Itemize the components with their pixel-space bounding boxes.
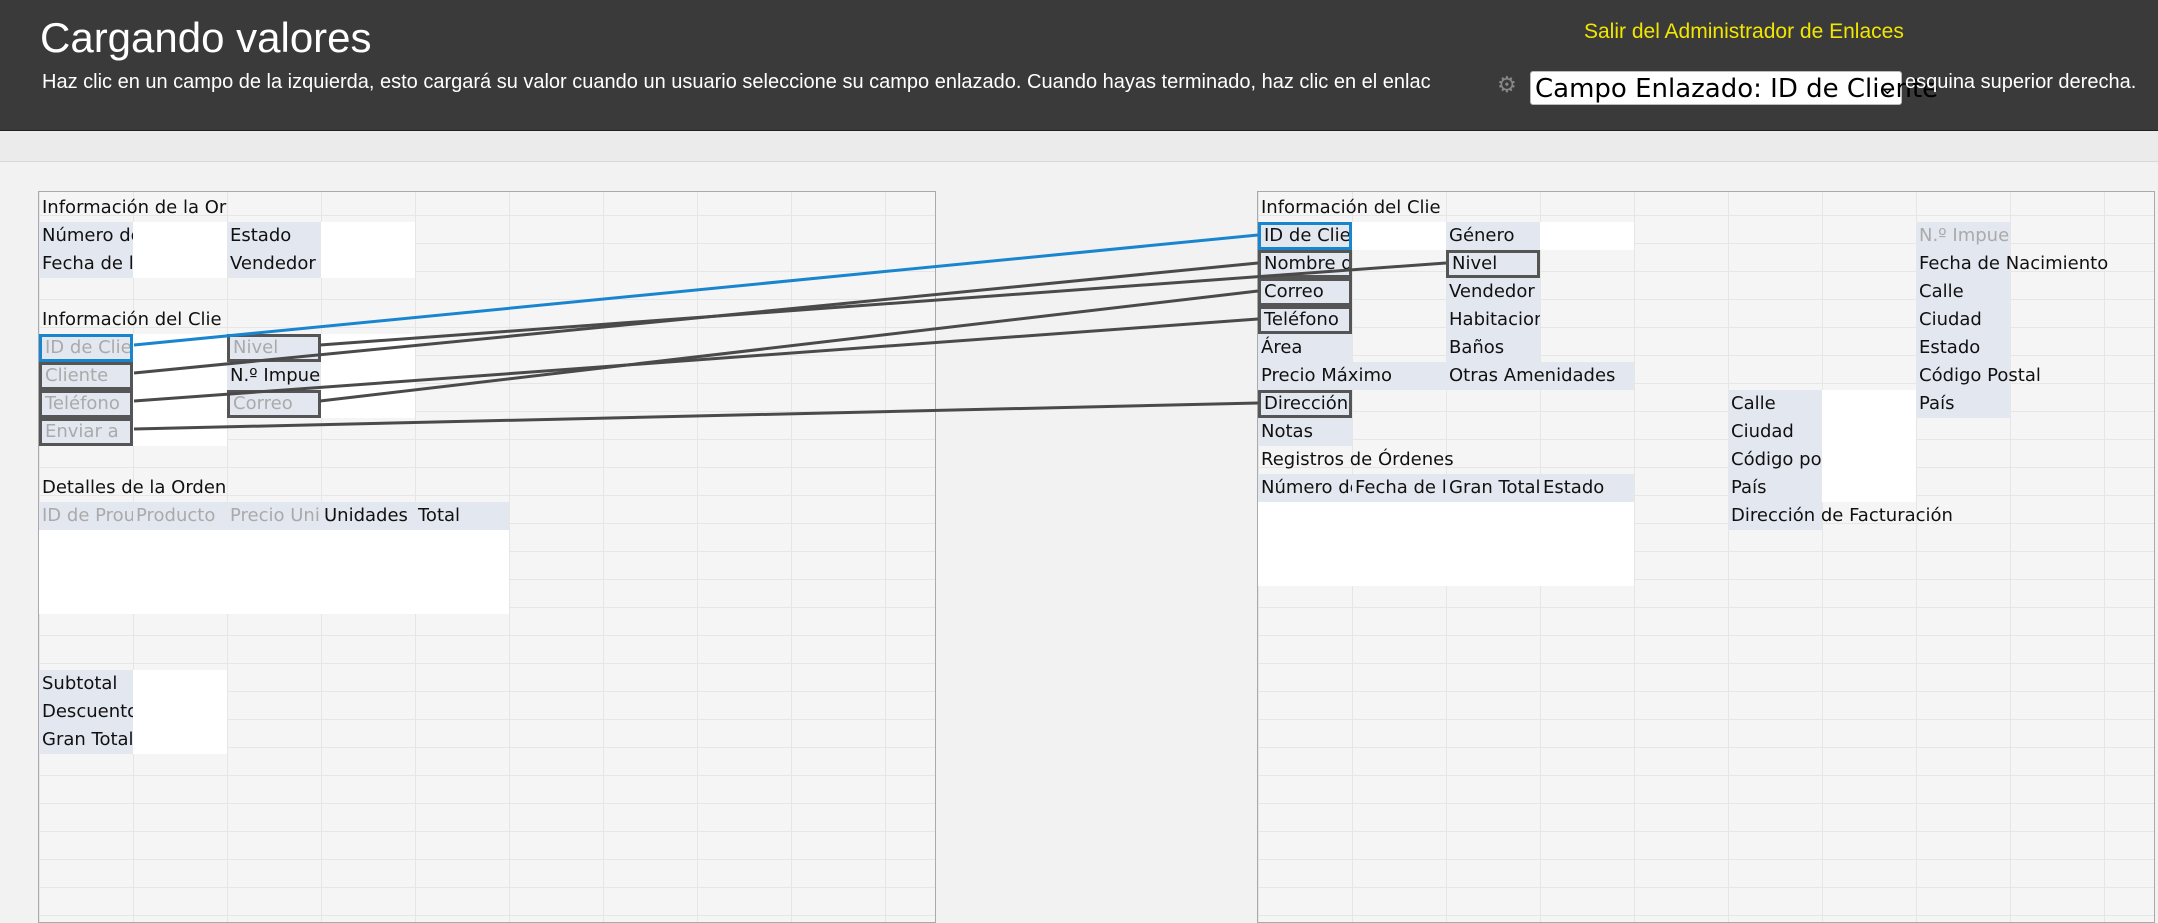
- input-street-2[interactable]: [1822, 390, 1916, 418]
- input-client-id[interactable]: [1352, 222, 1446, 250]
- label-other-amenities[interactable]: Otras Amenidades: [1446, 362, 1634, 390]
- label-subtotal[interactable]: Subtotal: [39, 670, 133, 698]
- page-title: Cargando valores: [40, 14, 372, 61]
- linked-field-select-value: Campo Enlazado: ID de Cliente: [1535, 74, 1939, 104]
- label-order-number[interactable]: Número de Orden: [39, 222, 133, 250]
- column-header[interactable]: Estado: [1540, 474, 1634, 502]
- section-client-info: Información del Clie: [42, 309, 222, 330]
- toolbar-strip: [0, 131, 2158, 162]
- input-tax-number[interactable]: [321, 362, 415, 390]
- label-tax-number[interactable]: N.º Impuesto: [227, 362, 321, 390]
- label-area[interactable]: Área: [1258, 334, 1352, 362]
- field-postal-address[interactable]: Dirección Postal: [1258, 390, 1352, 418]
- input-email[interactable]: [321, 390, 415, 418]
- form-panel-left: Información de la Or Número de Orden Est…: [38, 191, 936, 923]
- field-email[interactable]: Correo: [1258, 278, 1352, 306]
- field-level[interactable]: Nivel: [1446, 250, 1540, 278]
- label-state[interactable]: Estado: [1916, 334, 2010, 362]
- section-order-info: Información de la Or: [42, 197, 227, 218]
- label-seller[interactable]: Vendedor: [1446, 278, 1540, 306]
- label-street-2[interactable]: Calle: [1728, 390, 1822, 418]
- label-city-2[interactable]: Ciudad: [1728, 418, 1822, 446]
- column-header[interactable]: Producto: [133, 502, 227, 530]
- gear-icon[interactable]: ⚙: [1497, 74, 1517, 96]
- input-discount[interactable]: [133, 698, 227, 726]
- input-order-date[interactable]: [133, 250, 227, 278]
- label-rooms[interactable]: Habitaciones: [1446, 306, 1540, 334]
- label-notes[interactable]: Notas: [1258, 418, 1352, 446]
- input-grand-total[interactable]: [133, 726, 227, 754]
- field-client[interactable]: Cliente: [39, 362, 133, 390]
- label-tax-number[interactable]: N.º Impuesto: [1916, 222, 2010, 250]
- label-billing-address[interactable]: Dirección de Facturación: [1728, 502, 1953, 530]
- label-bathrooms[interactable]: Baños: [1446, 334, 1540, 362]
- section-order-details: Detalles de la Orden: [42, 477, 227, 498]
- input-gender[interactable]: [1540, 222, 1634, 250]
- input-status[interactable]: [321, 222, 415, 250]
- column-header[interactable]: Número de: [1258, 474, 1352, 502]
- input-phone[interactable]: [133, 390, 227, 418]
- label-street[interactable]: Calle: [1916, 278, 2010, 306]
- column-header[interactable]: Precio Uni: [227, 502, 321, 530]
- input-subtotal[interactable]: [133, 670, 227, 698]
- input-level[interactable]: [321, 334, 415, 362]
- instructions: Haz clic en un campo de la izquierda, es…: [42, 71, 1431, 94]
- input-order-number[interactable]: [133, 222, 227, 250]
- field-client-name[interactable]: Nombre del Cliente: [1258, 250, 1352, 278]
- label-discount[interactable]: Descuento: [39, 698, 133, 726]
- field-client-id[interactable]: ID de Cliente: [1258, 222, 1352, 250]
- exit-link-manager-link[interactable]: Salir del Administrador de Enlaces: [1584, 20, 1904, 44]
- field-phone[interactable]: Teléfono: [39, 390, 133, 418]
- header-bar: Cargando valores Haz clic en un campo de…: [0, 0, 2158, 131]
- label-order-date[interactable]: Fecha de la Orden: [39, 250, 133, 278]
- instructions-text: Haz clic en un campo de la izquierda, es…: [42, 71, 1431, 93]
- input-seller[interactable]: [321, 250, 415, 278]
- table-body[interactable]: [39, 530, 509, 614]
- section-order-records: Registros de Órdenes: [1261, 449, 1454, 470]
- input-country-2[interactable]: [1822, 474, 1916, 502]
- label-postal-code[interactable]: Código Postal: [1916, 362, 2041, 390]
- form-panel-right: Información del Clie ID de Cliente Géner…: [1257, 191, 2155, 923]
- label-postal-code-2[interactable]: Código postal: [1728, 446, 1854, 474]
- column-header[interactable]: Total: [415, 502, 509, 530]
- label-birth-date[interactable]: Fecha de Nacimiento: [1916, 250, 2108, 278]
- label-seller[interactable]: Vendedor: [227, 250, 321, 278]
- field-phone[interactable]: Teléfono: [1258, 306, 1352, 334]
- label-country[interactable]: País: [1916, 390, 2010, 418]
- input-client-id[interactable]: [133, 334, 227, 362]
- column-header[interactable]: Unidades: [321, 502, 415, 530]
- input-client[interactable]: [133, 362, 227, 390]
- label-max-price[interactable]: Precio Máximo: [1258, 362, 1446, 390]
- label-status[interactable]: Estado: [227, 222, 321, 250]
- label-gender[interactable]: Género: [1446, 222, 1540, 250]
- field-ship-to[interactable]: Enviar a: [39, 418, 133, 446]
- field-client-id[interactable]: ID de Clie: [39, 334, 133, 362]
- column-header[interactable]: Fecha de l: [1352, 474, 1446, 502]
- section-client-info: Información del Clie: [1261, 197, 1441, 218]
- table-body[interactable]: [1258, 502, 1634, 586]
- input-ship-to[interactable]: [133, 418, 227, 446]
- field-email[interactable]: Correo: [227, 390, 321, 418]
- instructions-tail: esquina superior derecha.: [1905, 71, 2137, 93]
- label-grand-total[interactable]: Gran Total: [39, 726, 133, 754]
- column-header[interactable]: ID de Prou: [39, 502, 133, 530]
- linked-field-select[interactable]: Campo Enlazado: ID de Cliente ⌄: [1530, 71, 1938, 105]
- field-level[interactable]: Nivel: [227, 334, 321, 362]
- chevron-down-icon: ⌄: [1879, 78, 1895, 99]
- column-header[interactable]: Gran Total: [1446, 474, 1540, 502]
- input-postal-code-2[interactable]: [1822, 446, 1916, 474]
- label-city[interactable]: Ciudad: [1916, 306, 2010, 334]
- label-country-2[interactable]: País: [1728, 474, 1822, 502]
- input-city-2[interactable]: [1822, 418, 1916, 446]
